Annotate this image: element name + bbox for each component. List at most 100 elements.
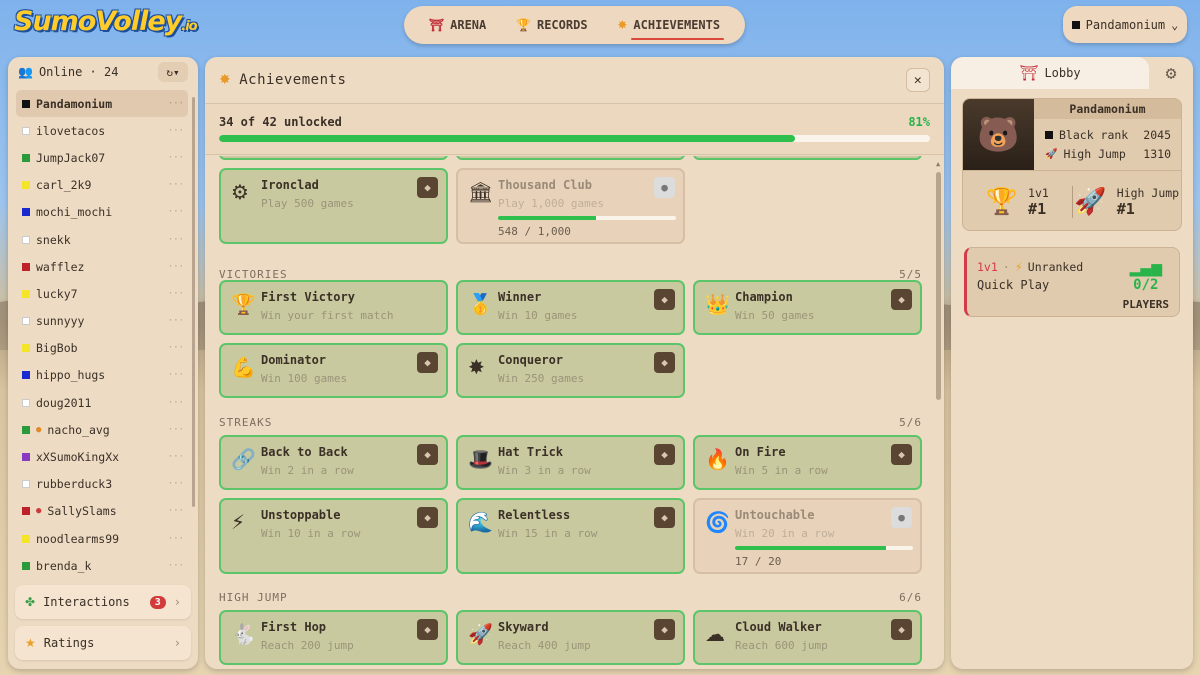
more-icon[interactable]: ··· <box>168 235 184 245</box>
achievements-list[interactable]: VICTORIES 5/5 STREAKS 5/6 HIGH JUMP 6/6 ⚙ Ir… <box>205 156 935 669</box>
more-icon[interactable]: ··· <box>168 207 184 217</box>
player-name: JumpJack07 <box>36 150 106 165</box>
achievement-icon: ⚡ <box>231 510 246 534</box>
achievement-card[interactable]: ⚡ Unstoppable Win 10 in a row ◆ <box>219 498 448 574</box>
achievement-badge-thumbnail: ● <box>654 177 675 198</box>
player-row[interactable]: wafflez ··· <box>16 253 188 280</box>
achievement-card[interactable]: ✸ Conqueror Win 250 games ◆ <box>456 343 685 398</box>
close-button[interactable]: ✕ <box>906 68 930 92</box>
achievement-title: Dominator <box>261 353 327 367</box>
achievement-card[interactable]: 🏛 Thousand Club Play 1,000 games 548 / 1,00… <box>456 168 685 244</box>
more-icon[interactable]: ··· <box>168 561 184 571</box>
achievement-card[interactable]: 🔗 Back to Back Win 2 in a row ◆ <box>219 435 448 490</box>
achievement-icon: 🐇 <box>231 622 256 646</box>
player-list-scrollbar[interactable] <box>192 97 195 507</box>
nav-arena[interactable]: ⛩ ARENA <box>429 18 486 32</box>
status-dot-icon: ● <box>36 424 42 435</box>
achievement-card[interactable]: 🌀 Untouchable Win 20 in a row 17 / 20 ● <box>693 498 922 574</box>
logo[interactable]: SumoVolley.io <box>14 6 198 37</box>
achievement-card[interactable]: 🎩 Hat Trick Win 3 in a row ◆ <box>456 435 685 490</box>
achievement-description: Reach 400 jump <box>498 639 591 652</box>
achievement-card[interactable]: ☁ Cloud Walker Reach 600 jump ◆ <box>693 610 922 665</box>
achievement-card[interactable]: ⚙ Ironclad Play 500 games ◆ <box>219 168 448 244</box>
achievement-title: Unstoppable <box>261 508 341 522</box>
achievement-card[interactable]: 🐇 First Hop Reach 200 jump ◆ <box>219 610 448 665</box>
more-icon[interactable]: ··· <box>168 262 184 272</box>
more-icon[interactable]: ··· <box>168 425 184 435</box>
interactions-button[interactable]: ✤ Interactions 3 › <box>15 585 191 619</box>
player-row[interactable]: Pandamonium ··· <box>16 90 188 118</box>
achievement-card[interactable]: 💪 Dominator Win 100 games ◆ <box>219 343 448 398</box>
quick-play-card[interactable]: 1v1 · ⚡ Unranked Quick Play ▂▄▆ 0/2 PLAYERS <box>964 247 1180 317</box>
nav-records[interactable]: 🏆 RECORDS <box>516 18 588 32</box>
player-row[interactable]: ● SallySlams ··· <box>16 498 188 525</box>
more-icon[interactable]: ··· <box>168 316 184 326</box>
player-name: wafflez <box>36 259 85 274</box>
more-icon[interactable]: ··· <box>168 452 184 462</box>
player-color-swatch <box>22 561 30 570</box>
more-icon[interactable]: ··· <box>168 506 184 516</box>
achievement-description: Win 20 in a row <box>735 527 835 540</box>
achievement-card-partial[interactable] <box>219 156 448 160</box>
more-icon[interactable]: ··· <box>168 479 184 489</box>
rank-1v1: 🏆 1v1 #1 <box>985 185 1049 218</box>
player-row[interactable]: carl_2k9 ··· <box>16 172 188 199</box>
achievement-description: Win 5 in a row <box>735 464 828 477</box>
achievement-card[interactable]: 🏆 First Victory Win your first match <box>219 280 448 335</box>
unlocked-percent: 81% <box>908 115 930 129</box>
player-row[interactable]: noodlearms99 ··· <box>16 525 188 552</box>
achievement-title: Winner <box>498 290 542 304</box>
user-menu-button[interactable]: Pandamonium ⌄ <box>1063 6 1187 43</box>
player-row[interactable]: brenda_k ··· <box>16 552 188 576</box>
player-row[interactable]: BigBob ··· <box>16 335 188 362</box>
player-color-swatch <box>22 99 30 108</box>
nav-achievements[interactable]: ✸ ACHIEVEMENTS <box>617 18 724 40</box>
achievement-card[interactable]: 🌊 Relentless Win 15 in a row ◆ <box>456 498 685 574</box>
settings-gear-icon[interactable]: ⚙ <box>1149 57 1193 89</box>
more-icon[interactable]: ··· <box>168 126 184 136</box>
signal-bars-icon: ▂▄▆ <box>1129 261 1162 277</box>
player-row[interactable]: JumpJack07 ··· <box>16 144 188 171</box>
player-row[interactable]: lucky7 ··· <box>16 280 188 307</box>
more-icon[interactable]: ··· <box>168 289 184 299</box>
achievement-card[interactable]: 🔥 On Fire Win 5 in a row ◆ <box>693 435 922 490</box>
scroll-up-arrow[interactable]: ▲ <box>936 160 940 168</box>
player-name: brenda_k <box>36 558 92 573</box>
player-name: Pandamonium <box>36 96 113 111</box>
player-row[interactable]: ilovetacos ··· <box>16 117 188 144</box>
more-icon[interactable]: ··· <box>168 99 184 109</box>
player-name: SallySlams <box>47 504 117 519</box>
achievement-icon: 🏆 <box>231 292 256 316</box>
achievement-title: Hat Trick <box>498 445 564 459</box>
achievement-card[interactable]: 🥇 Winner Win 10 games ◆ <box>456 280 685 335</box>
achievements-scrollbar[interactable] <box>936 172 941 400</box>
player-row[interactable]: doug2011 ··· <box>16 389 188 416</box>
achievement-badge-thumbnail: ◆ <box>891 619 912 640</box>
player-row[interactable]: hippo_hugs ··· <box>16 362 188 389</box>
achievement-icon: ✸ <box>468 355 485 379</box>
player-name: rubberduck3 <box>36 477 113 492</box>
trophy-icon: 🏆 <box>985 186 1019 217</box>
achievement-card-partial[interactable] <box>693 156 922 160</box>
achievement-badge-thumbnail: ◆ <box>654 619 675 640</box>
achievement-badge-thumbnail: ◆ <box>417 444 438 465</box>
tab-lobby[interactable]: ⛩ Lobby <box>951 57 1149 89</box>
player-row[interactable]: ● nacho_avg ··· <box>16 416 188 443</box>
player-row[interactable]: snekk ··· <box>16 226 188 253</box>
player-row[interactable]: mochi_mochi ··· <box>16 199 188 226</box>
player-list[interactable]: Pandamonium ··· ilovetacos ··· JumpJack07 ···… <box>16 90 188 576</box>
achievement-card[interactable]: 🚀 Skyward Reach 400 jump ◆ <box>456 610 685 665</box>
ratings-button[interactable]: ★ Ratings › <box>15 626 191 660</box>
more-icon[interactable]: ··· <box>168 370 184 380</box>
more-icon[interactable]: ··· <box>168 153 184 163</box>
achievement-card[interactable]: 👑 Champion Win 50 games ◆ <box>693 280 922 335</box>
player-row[interactable]: rubberduck3 ··· <box>16 471 188 498</box>
achievement-card-partial[interactable] <box>456 156 685 160</box>
more-icon[interactable]: ··· <box>168 180 184 190</box>
player-row[interactable]: xXSumoKingXx ··· <box>16 443 188 470</box>
more-icon[interactable]: ··· <box>168 398 184 408</box>
more-icon[interactable]: ··· <box>168 343 184 353</box>
refresh-button[interactable]: ↻▾ <box>158 62 188 82</box>
more-icon[interactable]: ··· <box>168 534 184 544</box>
player-row[interactable]: sunnyyy ··· <box>16 308 188 335</box>
